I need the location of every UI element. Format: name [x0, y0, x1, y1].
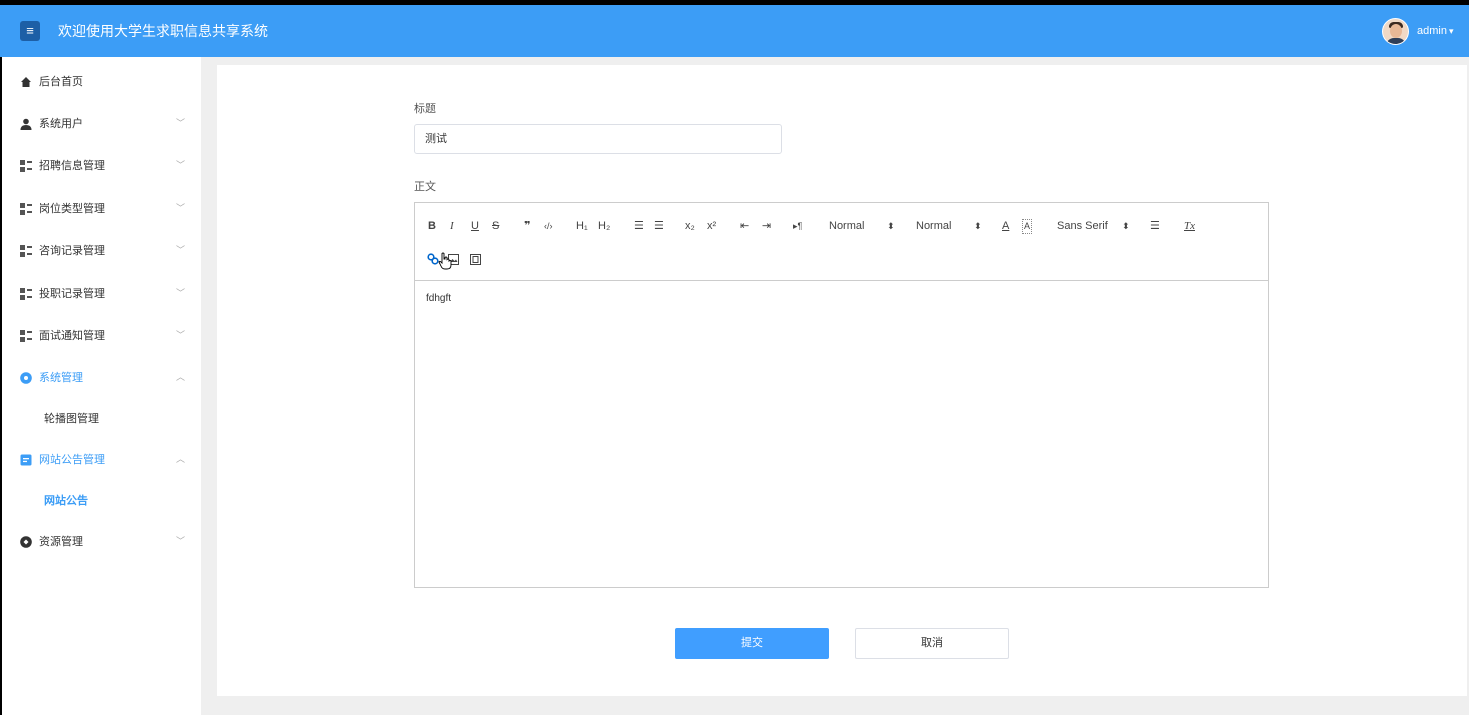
text-color-button[interactable]: A — [1002, 220, 1009, 233]
select-caret-icon: ⬍ — [1122, 221, 1130, 231]
body-label: 正文 — [414, 181, 436, 193]
grid-icon — [20, 245, 32, 257]
strike-button[interactable]: S — [492, 220, 499, 233]
header-select[interactable]: Normal — [916, 220, 951, 233]
video-icon — [470, 254, 481, 265]
outdent-button[interactable]: ⇤ — [740, 220, 749, 233]
sidebar-item-label: 资源管理 — [39, 536, 83, 548]
font-select[interactable]: Sans Serif — [1057, 220, 1108, 233]
resource-icon — [20, 536, 32, 548]
chevron-down-icon: ﹀ — [176, 160, 186, 170]
sidebar-item-interview-notices[interactable]: 面试通知管理 ﹀ — [2, 315, 201, 357]
grid-icon — [20, 330, 32, 342]
submit-button[interactable]: 提交 — [675, 628, 829, 659]
title-input[interactable]: 测试 — [414, 124, 782, 154]
menu-toggle-icon[interactable]: ≡ — [20, 21, 40, 41]
sidebar-item-consult-records[interactable]: 咨询记录管理 ﹀ — [2, 230, 201, 272]
bold-button[interactable]: B — [428, 220, 436, 233]
sidebar: 后台首页 系统用户 ﹀ 招聘信息管理 ﹀ 岗位类型管理 ﹀ 咨询记录管理 ﹀ 投… — [0, 57, 201, 715]
font-select-value: Sans Serif — [1057, 220, 1108, 232]
header-select-value: Normal — [916, 220, 952, 232]
ordered-list-button[interactable]: ☰ — [634, 220, 644, 233]
home-icon — [21, 77, 31, 87]
app-title: 欢迎使用大学生求职信息共享系统 — [58, 23, 268, 39]
grid-icon — [20, 203, 32, 215]
chevron-down-icon: ﹀ — [176, 330, 186, 340]
user-menu[interactable]: admin ▾ — [1417, 25, 1454, 38]
align-button[interactable]: ☰ — [1150, 220, 1160, 233]
chevron-up-icon: ︿ — [176, 372, 186, 382]
chevron-down-icon: ﹀ — [176, 118, 186, 128]
chevron-down-icon: ﹀ — [176, 245, 186, 255]
sidebar-item-home[interactable]: 后台首页 — [2, 61, 201, 103]
editor-content[interactable]: fdhgft — [426, 293, 451, 305]
superscript-button[interactable]: x² — [707, 220, 716, 233]
chevron-up-icon: ︿ — [176, 454, 186, 464]
hand-cursor-icon — [438, 252, 452, 270]
chevron-down-icon: ﹀ — [176, 288, 186, 298]
user-icon — [20, 118, 32, 130]
sidebar-item-job-types[interactable]: 岗位类型管理 ﹀ — [2, 188, 201, 230]
sidebar-item-label: 投职记录管理 — [39, 288, 105, 300]
subscript-button[interactable]: x₂ — [685, 220, 695, 233]
user-name: admin — [1417, 25, 1447, 37]
indent-button[interactable]: ⇥ — [762, 220, 771, 233]
sidebar-subitem-carousel[interactable]: 轮播图管理 — [2, 399, 201, 439]
text-direction-button[interactable]: ▸¶ — [793, 220, 802, 233]
title-label: 标题 — [414, 103, 436, 115]
select-caret-icon: ⬍ — [974, 221, 982, 231]
chevron-down-icon: ﹀ — [176, 203, 186, 213]
sidebar-item-notice-management[interactable]: 网站公告管理 ︿ — [2, 439, 201, 481]
size-select[interactable]: Normal — [829, 220, 864, 233]
underline-button[interactable]: U — [471, 220, 479, 233]
header1-button[interactable]: H₁ — [576, 220, 588, 233]
sidebar-item-label: 咨询记录管理 — [39, 245, 105, 257]
italic-button[interactable]: I — [450, 220, 454, 233]
bullet-list-button[interactable]: ☰ — [654, 220, 664, 233]
video-button[interactable] — [470, 254, 481, 269]
chevron-down-icon: ﹀ — [176, 536, 186, 546]
sidebar-item-label: 后台首页 — [39, 76, 83, 88]
sidebar-item-label: 招聘信息管理 — [39, 160, 105, 172]
sidebar-item-label: 岗位类型管理 — [39, 203, 105, 215]
blockquote-button[interactable]: ❞ — [524, 220, 530, 233]
sidebar-subitem-label: 网站公告 — [44, 495, 88, 507]
top-bar: ≡ 欢迎使用大学生求职信息共享系统 admin ▾ — [0, 5, 1469, 57]
sidebar-item-system-management[interactable]: 系统管理 ︿ — [2, 357, 201, 399]
sidebar-item-label: 面试通知管理 — [39, 330, 105, 342]
sidebar-item-label: 系统管理 — [39, 372, 83, 384]
sidebar-item-resources[interactable]: 资源管理 ﹀ — [2, 521, 201, 563]
rich-text-editor: B I U S ❞ ‹/› H₁ H₂ ☰ ☰ x₂ x² ⇤ ⇥ ▸¶ Nor… — [414, 202, 1269, 588]
sidebar-subitem-label: 轮播图管理 — [44, 413, 99, 425]
select-caret-icon: ⬍ — [887, 221, 895, 231]
sidebar-item-application-records[interactable]: 投职记录管理 ﹀ — [2, 273, 201, 315]
cancel-button[interactable]: 取消 — [855, 628, 1009, 659]
document-icon — [20, 454, 32, 466]
size-select-value: Normal — [829, 220, 865, 232]
clean-format-button[interactable]: Tx — [1184, 220, 1195, 233]
sidebar-item-label: 网站公告管理 — [39, 454, 105, 466]
header2-button[interactable]: H₂ — [598, 220, 610, 233]
background-color-button[interactable]: A — [1022, 219, 1033, 234]
sidebar-item-recruitment[interactable]: 招聘信息管理 ﹀ — [2, 145, 201, 187]
settings-icon — [20, 372, 32, 384]
code-block-button[interactable]: ‹/› — [544, 220, 553, 233]
editor-toolbar: B I U S ❞ ‹/› H₁ H₂ ☰ ☰ x₂ x² ⇤ ⇥ ▸¶ Nor… — [415, 203, 1268, 281]
grid-icon — [20, 288, 32, 300]
avatar[interactable] — [1382, 18, 1409, 45]
grid-icon — [20, 160, 32, 172]
sidebar-item-system-users[interactable]: 系统用户 ﹀ — [2, 103, 201, 145]
sidebar-subitem-notice[interactable]: 网站公告 — [2, 481, 201, 521]
chevron-down-icon: ▾ — [1448, 26, 1454, 36]
sidebar-item-label: 系统用户 — [39, 118, 83, 130]
